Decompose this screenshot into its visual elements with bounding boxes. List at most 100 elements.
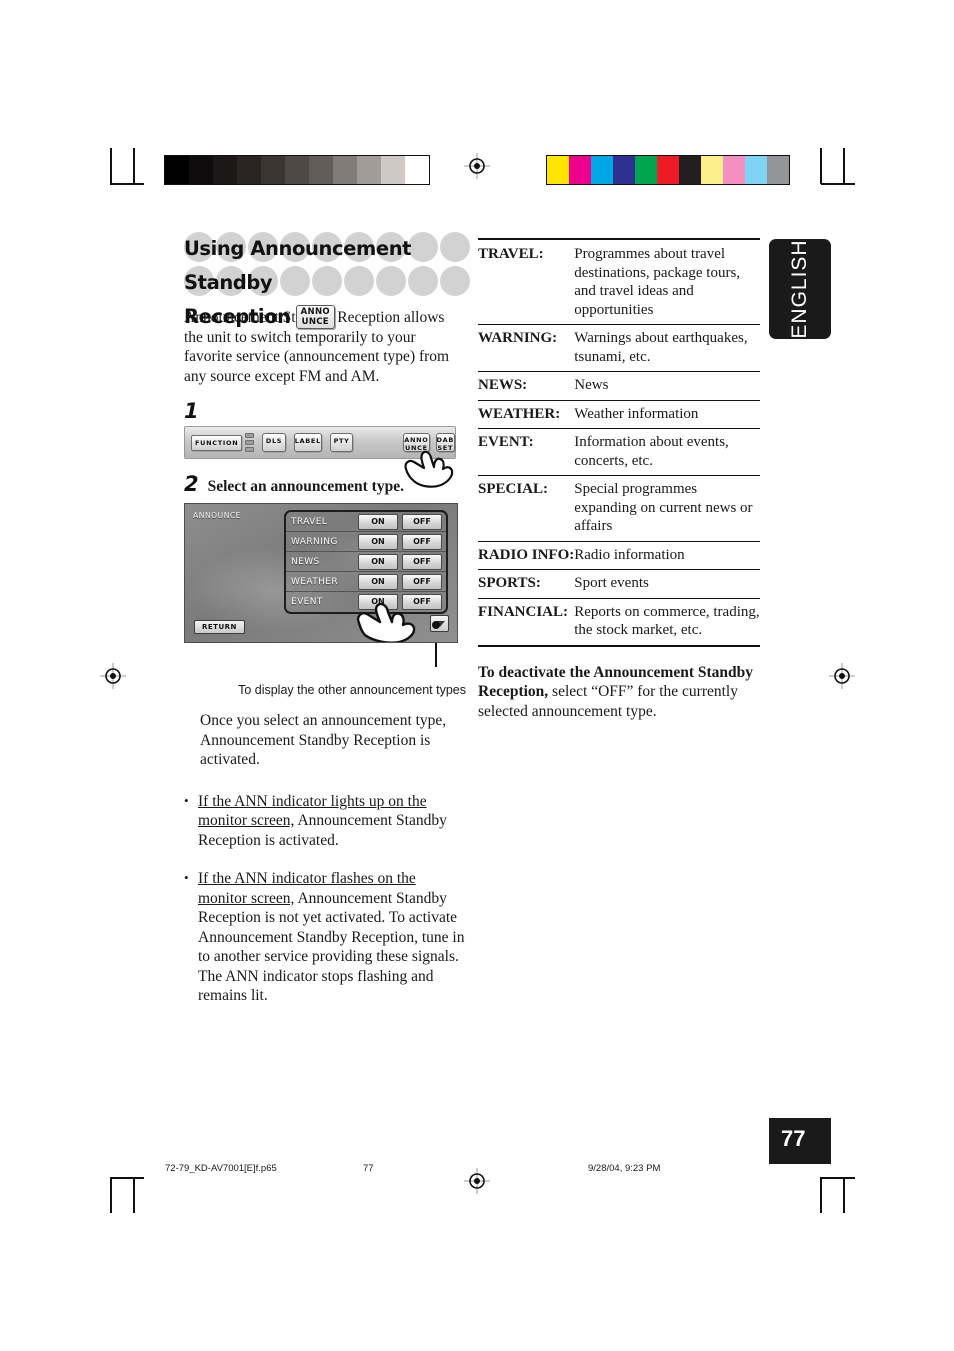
color-calibration-bar (546, 155, 790, 185)
crop-mark-top-left-v2 (133, 148, 135, 184)
leader-line (435, 643, 437, 667)
table-term: NEWS: (478, 371, 575, 401)
heading-text: Using Announcement Standby Reception ANN… (184, 232, 466, 334)
crop-mark-bottom-left-v (110, 1177, 112, 1213)
panel-dls-button: DLS (262, 433, 286, 452)
page-number-block: 77 (769, 1118, 831, 1164)
announcement-row-label: WARNING (291, 536, 338, 547)
pointing-hand-icon-step2 (353, 590, 423, 642)
table-term: EVENT: (478, 428, 575, 476)
crop-mark-top-left-v (110, 148, 112, 184)
crop-mark-top-left-h (110, 183, 144, 185)
table-description: Sport events (574, 569, 760, 599)
announcement-off-button[interactable]: OFF (402, 513, 442, 530)
announcement-on-button[interactable]: ON (358, 553, 398, 570)
page-number-label: 77 (781, 1126, 806, 1151)
table-description: Reports on commerce, trading, the stock … (574, 598, 760, 647)
announcement-off-button[interactable]: OFF (402, 573, 442, 590)
table-term: WEATHER: (478, 400, 575, 429)
table-term: RADIO INFO: (478, 541, 575, 570)
announcement-row-label: TRAVEL (291, 516, 328, 527)
section-heading: Using Announcement Standby Reception ANN… (184, 232, 470, 329)
right-column: TRAVEL: Programmes about travel destinat… (478, 238, 760, 721)
announcement-on-button[interactable]: ON (358, 573, 398, 590)
announce-button-line-1: ANNO (300, 307, 330, 317)
crop-mark-top-right-h (821, 183, 855, 185)
language-tab-label: ENGLISH (788, 239, 811, 339)
after-selection-note: Once you select an announcement type, An… (200, 712, 447, 768)
table-row: EVENT: Information about events, concert… (478, 428, 760, 476)
table-description: Radio information (574, 541, 760, 570)
registration-target-right (829, 663, 855, 689)
grayscale-calibration-bar (164, 155, 430, 185)
announcement-off-button[interactable]: OFF (402, 533, 442, 550)
footer-page-number: 77 (363, 1163, 374, 1174)
crop-mark-top-right-v (820, 148, 822, 184)
table-term: FINANCIAL: (478, 598, 575, 647)
table-description: Information about events, concerts, etc. (574, 428, 760, 476)
deactivate-paragraph: To deactivate the Announcement Standby R… (478, 663, 760, 722)
panel-led-indicators (245, 433, 255, 452)
table-description: Special programmes expanding on current … (574, 475, 760, 542)
panel-function-button: FUNCTION (191, 434, 243, 451)
table-term: TRAVEL: (478, 238, 575, 325)
table-row: RADIO INFO: Radio information (478, 541, 760, 570)
language-tab: ENGLISH (769, 239, 831, 339)
monitor-title: ANNOUNCE (193, 511, 242, 520)
notes-list: If the ANN indicator lights up on the mo… (184, 791, 466, 1006)
list-item: If the ANN indicator flashes on the moni… (184, 868, 466, 1006)
control-panel-illustration: FUNCTION DLS LABEL PTY ANNO UNCE DAB SET (184, 426, 456, 488)
monitor-return-button[interactable]: RETURN (194, 620, 245, 634)
table-term: SPORTS: (478, 569, 575, 599)
announcement-row-label: NEWS (291, 556, 320, 567)
announcement-row: WARNING ON OFF (286, 532, 446, 552)
footer-timestamp: 9/28/04, 9:23 PM (588, 1163, 661, 1174)
announcement-row: TRAVEL ON OFF (286, 512, 446, 532)
crop-mark-top-right-v2 (843, 148, 845, 184)
announcement-row: WEATHER ON OFF (286, 572, 446, 592)
announcement-off-button[interactable]: OFF (402, 553, 442, 570)
footer-filename: 72-79_KD-AV7001[E]f.p65 (165, 1163, 277, 1174)
table-row: WARNING: Warnings about earthquakes, tsu… (478, 324, 760, 372)
crop-mark-bottom-right-v (820, 1177, 822, 1213)
table-description: Warnings about earthquakes, tsunami, etc… (574, 324, 760, 372)
table-row: SPECIAL: Special programmes expanding on… (478, 475, 760, 542)
crop-mark-bottom-left-v2 (133, 1177, 135, 1213)
monitor-caption: To display the other announcement types (238, 683, 466, 697)
registration-target-bottom (464, 1168, 490, 1194)
table-body: TRAVEL: Programmes about travel destinat… (478, 238, 760, 647)
heading-line-1: Using Announcement Standby (184, 237, 412, 294)
crop-mark-bottom-right-h (821, 1177, 855, 1179)
registration-target-left (100, 663, 126, 689)
table-row: SPORTS: Sport events (478, 569, 760, 599)
table-row: WEATHER: Weather information (478, 400, 760, 429)
left-column: Using Announcement Standby Reception ANN… (184, 232, 470, 1025)
table-description: Weather information (574, 400, 760, 429)
leader-line-dot (432, 621, 440, 629)
announcement-row-label: EVENT (291, 597, 323, 607)
crop-mark-bottom-left-h (110, 1177, 144, 1179)
step-2-title: Select an announcement type. (207, 478, 404, 495)
announce-button-icon: ANNO UNCE (295, 305, 335, 329)
announcement-on-button[interactable]: ON (358, 513, 398, 530)
crop-mark-bottom-right-v2 (843, 1177, 845, 1213)
step-2-number: 2 (184, 472, 199, 496)
heading-line-2: Reception (184, 305, 291, 328)
announcement-type-description-table: TRAVEL: Programmes about travel destinat… (478, 238, 760, 647)
table-row: NEWS: News (478, 371, 760, 401)
list-item: If the ANN indicator lights up on the mo… (184, 791, 466, 851)
announce-button-line-2: UNCE (301, 316, 329, 327)
table-row: FINANCIAL: Reports on commerce, trading,… (478, 598, 760, 647)
registration-target-top (464, 153, 490, 179)
table-description: News (574, 371, 760, 401)
announcement-on-button[interactable]: ON (358, 533, 398, 550)
panel-pty-button: PTY (329, 433, 354, 452)
announcement-row-label: WEATHER (291, 576, 339, 587)
table-description: Programmes about travel destinations, pa… (574, 238, 760, 325)
table-row: TRAVEL: Programmes about travel destinat… (478, 238, 760, 325)
step-1-number: 1 (184, 399, 199, 423)
monitor-screen-illustration: ANNOUNCE TRAVEL ON OFF WARNING ON OFF NE… (184, 503, 458, 643)
heading-line-2-row: Reception ANNO UNCE (184, 300, 466, 334)
table-term: WARNING: (478, 324, 575, 372)
table-term: SPECIAL: (478, 475, 575, 542)
